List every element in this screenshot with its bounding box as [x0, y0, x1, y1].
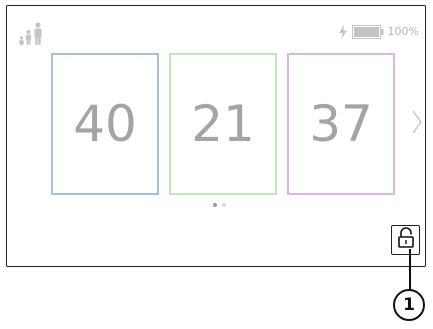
card-value: 21 [191, 95, 255, 153]
page-dot [222, 203, 226, 207]
callout-marker: 1 [393, 289, 425, 321]
value-card-3[interactable]: 37 [287, 53, 395, 195]
value-card-1[interactable]: 40 [51, 53, 159, 195]
chevron-right-icon[interactable] [411, 110, 423, 134]
card-value: 37 [309, 95, 373, 153]
lightning-bolt-icon [338, 24, 348, 39]
battery-percentage: 100% [387, 24, 419, 38]
page-indicator [213, 203, 226, 207]
lock-button[interactable] [391, 225, 420, 255]
battery-icon [351, 24, 384, 39]
callout-leader-line [409, 249, 411, 290]
device-screen: 100% 40 21 37 [6, 5, 426, 267]
value-card-2[interactable]: 21 [169, 53, 277, 195]
family-icon [18, 22, 46, 46]
page-dot-active [213, 203, 217, 207]
card-value: 40 [73, 95, 137, 153]
unlocked-padlock-icon [396, 227, 416, 253]
status-bar: 100% [338, 24, 419, 39]
